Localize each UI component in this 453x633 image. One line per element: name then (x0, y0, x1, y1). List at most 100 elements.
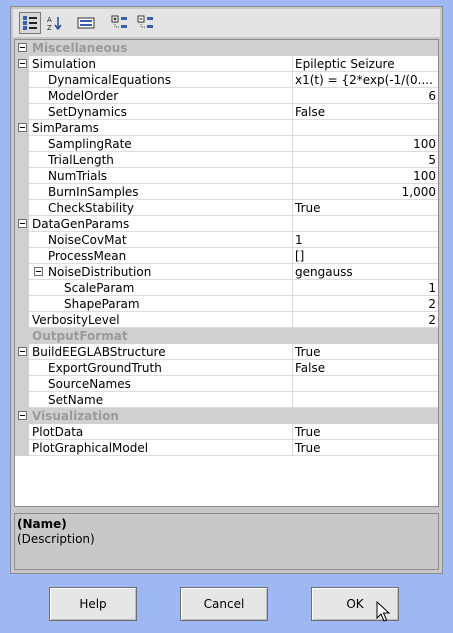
property-value[interactable]: Epileptic Seizure (292, 56, 438, 72)
property-value[interactable]: 5 (292, 152, 438, 168)
row-gutter (15, 200, 29, 216)
row-gutter (15, 152, 29, 168)
description-pane: (Name) (Description) (14, 513, 439, 570)
categorized-view-icon[interactable] (19, 12, 41, 34)
row-gutter (15, 184, 29, 200)
property-name: ScaleParam (64, 281, 135, 295)
category-row[interactable]: Miscellaneous (15, 40, 438, 56)
property-row[interactable]: Simulation Epileptic Seizure (15, 56, 438, 72)
property-row[interactable]: BurnInSamples 1,000 (15, 184, 438, 200)
property-name: ExportGroundTruth (48, 361, 162, 375)
property-name: Visualization (32, 409, 119, 423)
property-name: SimParams (32, 121, 99, 135)
collapse-toggle-icon[interactable] (18, 43, 27, 52)
property-row[interactable]: VerbosityLevel 2 (15, 312, 438, 328)
property-value[interactable]: x1(t) = {2*exp(-1/(0.... (292, 72, 438, 88)
property-row[interactable]: BuildEEGLABStructure True (15, 344, 438, 360)
property-value[interactable]: 2 (292, 296, 438, 312)
property-row[interactable]: ProcessMean [] (15, 248, 438, 264)
property-row[interactable]: NoiseCovMat 1 (15, 232, 438, 248)
cancel-button[interactable]: Cancel (180, 587, 268, 621)
property-row[interactable]: SetDynamics False (15, 104, 438, 120)
property-value[interactable]: 6 (292, 88, 438, 104)
property-row[interactable]: CheckStability True (15, 200, 438, 216)
property-value[interactable]: 2 (292, 312, 438, 328)
property-name: BurnInSamples (48, 185, 139, 199)
collapse-toggle-icon[interactable] (18, 123, 27, 132)
row-gutter (15, 168, 29, 184)
svg-text:A: A (47, 16, 52, 24)
property-row[interactable]: ExportGroundTruth False (15, 360, 438, 376)
property-row[interactable]: SamplingRate 100 (15, 136, 438, 152)
property-row[interactable]: PlotGraphicalModel True (15, 440, 438, 456)
row-gutter (15, 328, 29, 344)
property-name: TrialLength (48, 153, 114, 167)
property-row[interactable]: DynamicalEquations x1(t) = {2*exp(-1/(0..… (15, 72, 438, 88)
property-value[interactable]: 100 (292, 136, 438, 152)
property-name: NoiseDistribution (48, 265, 152, 279)
property-value[interactable] (292, 216, 438, 232)
property-value[interactable]: 1 (292, 232, 438, 248)
row-gutter (15, 312, 29, 328)
property-row[interactable]: ModelOrder 6 (15, 88, 438, 104)
property-row[interactable]: NumTrials 100 (15, 168, 438, 184)
help-button[interactable]: Help (49, 587, 137, 621)
sort-alphabetical-icon[interactable]: A Z (43, 12, 65, 34)
collapse-toggle-icon[interactable] (18, 411, 27, 420)
mouse-cursor-icon (376, 601, 390, 622)
property-value[interactable]: False (292, 360, 438, 376)
property-name: OutputFormat (32, 329, 128, 343)
property-pages-icon[interactable] (75, 12, 97, 34)
property-row[interactable]: SimParams (15, 120, 438, 136)
property-value[interactable]: 1 (292, 280, 438, 296)
property-name: NoiseCovMat (48, 233, 127, 247)
property-row[interactable]: NoiseDistribution gengauss (15, 264, 438, 280)
property-value[interactable]: True (292, 424, 438, 440)
property-grid-toolbar: A Z (13, 9, 440, 37)
property-value[interactable] (292, 120, 438, 136)
row-gutter (15, 264, 29, 280)
property-name: CheckStability (48, 201, 135, 215)
property-value[interactable]: 1,000 (292, 184, 438, 200)
row-gutter (15, 296, 29, 312)
property-value[interactable]: 100 (292, 168, 438, 184)
property-name: DynamicalEquations (48, 73, 172, 87)
property-row[interactable]: ShapeParam 2 (15, 296, 438, 312)
property-value[interactable] (292, 376, 438, 392)
property-name: SetName (48, 393, 104, 407)
description-text: (Description) (17, 532, 95, 546)
collapse-toggle-icon[interactable] (18, 347, 27, 356)
property-row[interactable]: ScaleParam 1 (15, 280, 438, 296)
property-row[interactable]: PlotData True (15, 424, 438, 440)
property-row[interactable]: TrialLength 5 (15, 152, 438, 168)
property-name: PlotData (32, 425, 84, 439)
collapse-toggle-icon[interactable] (18, 59, 27, 68)
property-row[interactable]: SourceNames (15, 376, 438, 392)
property-name: VerbosityLevel (32, 313, 120, 327)
row-gutter (15, 376, 29, 392)
expand-all-icon[interactable] (109, 12, 131, 34)
property-name: Miscellaneous (32, 41, 128, 55)
collapse-toggle-icon[interactable] (18, 219, 27, 228)
property-name: SourceNames (48, 377, 131, 391)
category-row[interactable]: OutputFormat (15, 328, 438, 344)
property-value[interactable]: False (292, 104, 438, 120)
property-value[interactable]: True (292, 200, 438, 216)
property-name: ModelOrder (48, 89, 119, 103)
property-name: Simulation (32, 57, 96, 71)
collapse-toggle-icon[interactable] (34, 267, 43, 276)
property-value[interactable]: True (292, 440, 438, 456)
property-row[interactable]: DataGenParams (15, 216, 438, 232)
property-row[interactable]: SetName (15, 392, 438, 408)
property-name: BuildEEGLABStructure (32, 345, 166, 359)
property-value[interactable]: [] (292, 248, 438, 264)
property-grid[interactable]: Miscellaneous Simulation Epileptic Seizure… (14, 39, 439, 507)
row-gutter (15, 88, 29, 104)
collapse-all-icon[interactable] (135, 12, 157, 34)
property-value[interactable]: gengauss (292, 264, 438, 280)
property-value[interactable]: True (292, 344, 438, 360)
property-value[interactable] (292, 392, 438, 408)
category-row[interactable]: Visualization (15, 408, 438, 424)
row-gutter (15, 136, 29, 152)
property-name: PlotGraphicalModel (32, 441, 149, 455)
